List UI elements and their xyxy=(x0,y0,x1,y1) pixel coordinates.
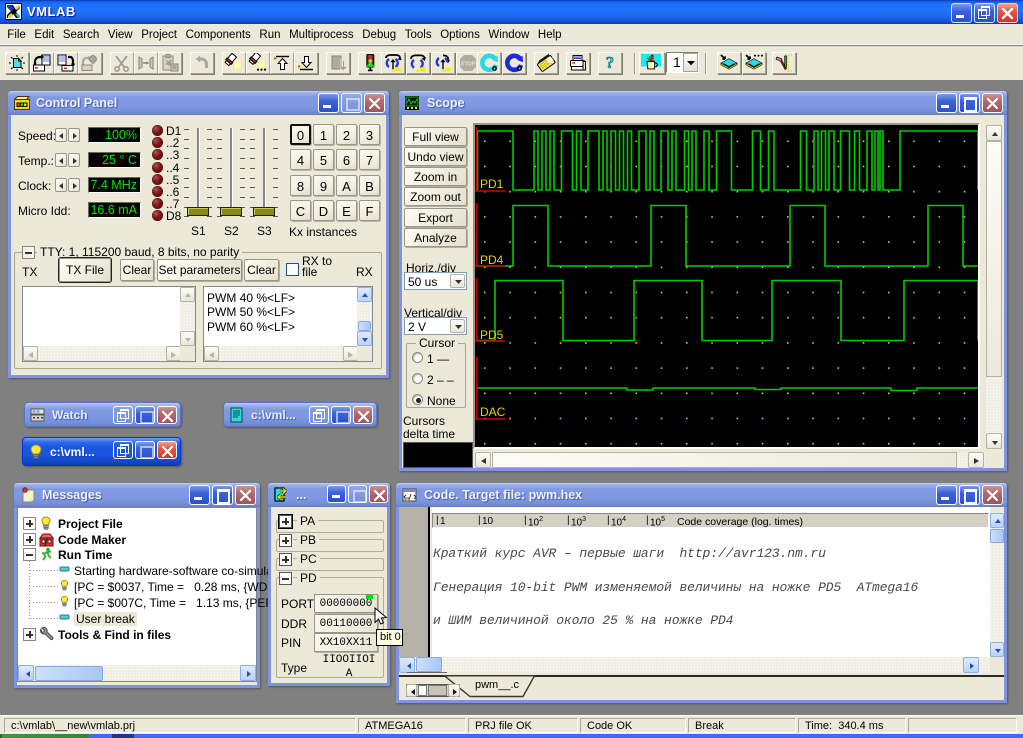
svg-text:STOP: STOP xyxy=(461,62,476,68)
svg-text:DAC: DAC xyxy=(480,405,506,419)
svg-text:PD4: PD4 xyxy=(480,253,504,267)
svg-text:PD5: PD5 xyxy=(480,328,504,342)
svg-text:?: ? xyxy=(606,53,615,72)
svg-text:PD1: PD1 xyxy=(480,177,504,191)
